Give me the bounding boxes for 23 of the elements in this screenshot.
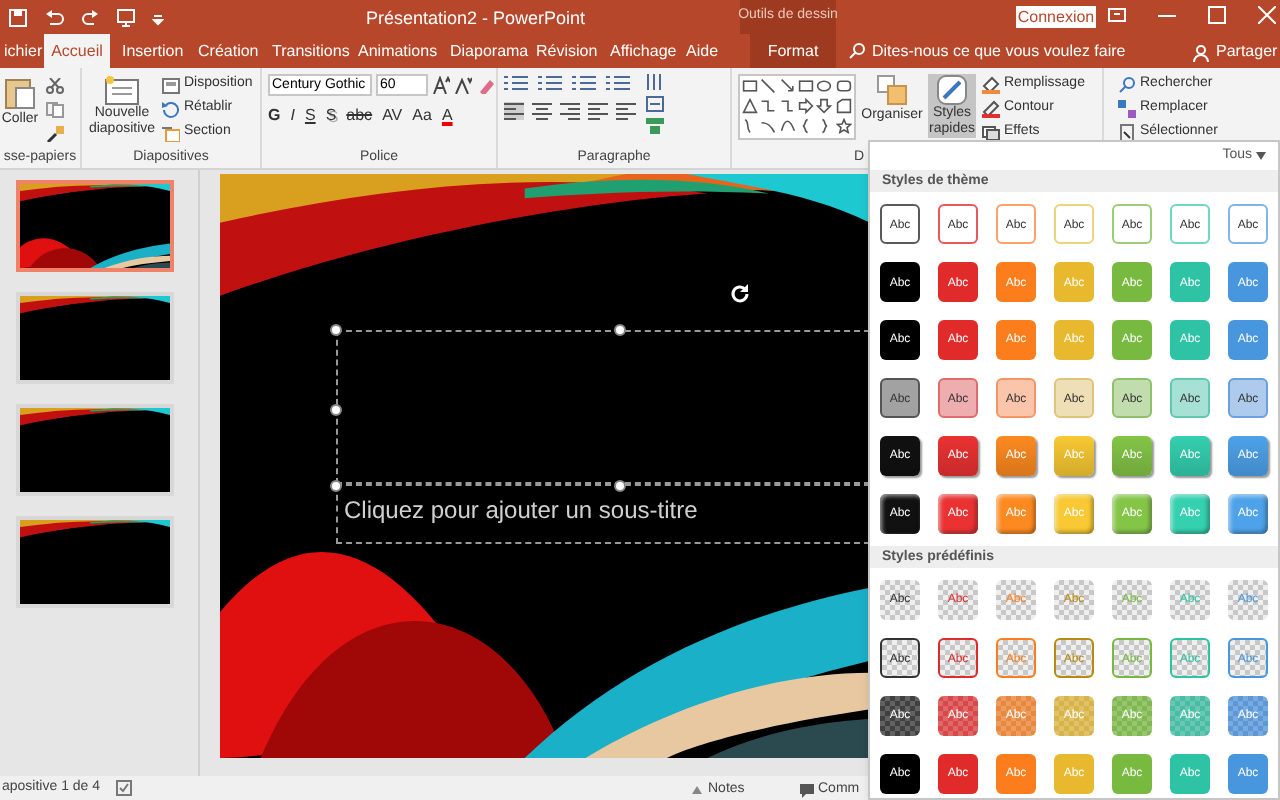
format-button[interactable]: A <box>441 106 453 126</box>
share-button[interactable]: Partager <box>1192 40 1278 64</box>
ribbon-tab[interactable]: Diaporama <box>446 34 533 68</box>
ribbon-tab[interactable]: Accueil <box>44 34 110 68</box>
ribbon-tab[interactable]: Affichage <box>606 34 681 68</box>
ribbon-tab[interactable]: Insertion <box>118 34 188 68</box>
ribbon-tab[interactable]: Format <box>750 34 836 68</box>
tell-me-field[interactable]: Dites-nous ce que vous voulez faire <box>872 40 1152 62</box>
format-button[interactable]: S <box>304 106 316 126</box>
ribbon-tab[interactable]: Animations <box>354 34 442 68</box>
ribbon-tab[interactable]: Création <box>194 34 263 68</box>
window-title: Présentation2 - PowerPoint <box>366 6 586 32</box>
format-button[interactable]: abc <box>346 106 373 126</box>
ribbon-tab[interactable]: ichier <box>0 34 47 68</box>
format-button[interactable]: I <box>290 106 295 126</box>
ribbon-tab[interactable]: Révision <box>532 34 602 68</box>
format-button[interactable]: AV <box>382 106 403 126</box>
signin-button[interactable]: Connexion <box>1016 6 1096 28</box>
format-button[interactable]: G <box>268 106 281 126</box>
ribbon-tab[interactable]: Transitions <box>268 34 354 68</box>
ribbon-tab[interactable]: Aide <box>682 34 723 68</box>
format-button[interactable]: S <box>325 106 337 126</box>
format-button[interactable]: Aa <box>412 106 432 126</box>
